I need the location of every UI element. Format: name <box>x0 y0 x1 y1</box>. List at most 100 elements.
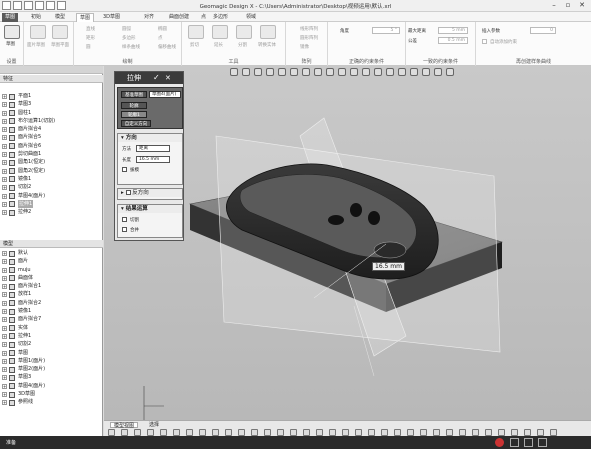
model-item[interactable]: + 面片拟合7 <box>0 315 103 323</box>
auto-constraint-checkbox[interactable] <box>482 39 487 44</box>
axis-icon[interactable] <box>238 429 245 436</box>
expand-icon[interactable]: + <box>2 135 7 141</box>
expand-icon[interactable]: + <box>2 251 7 256</box>
insert-param-input[interactable]: 0 <box>530 27 556 34</box>
contour-value[interactable]: 轮廓1 <box>121 111 147 118</box>
ime-icon[interactable] <box>495 438 504 447</box>
tab-model-view[interactable]: 模型视图 <box>110 422 139 429</box>
model-item[interactable]: + muju <box>0 266 103 274</box>
expand-icon[interactable]: + <box>2 392 7 398</box>
point-icon[interactable] <box>147 429 154 436</box>
feature-item[interactable]: + 面片拟合6 <box>0 142 103 150</box>
feature-item[interactable]: + 面片拟合4 <box>0 125 103 133</box>
tolerance-input[interactable]: 0.5 mm <box>438 37 468 44</box>
zoom-out-icon[interactable] <box>407 429 414 436</box>
expand-icon[interactable]: + <box>2 383 7 389</box>
expand-icon[interactable]: + <box>2 185 7 191</box>
fit-icon[interactable] <box>446 429 453 436</box>
mirror[interactable]: 镜像 <box>300 44 309 50</box>
texture-icon[interactable] <box>316 429 323 436</box>
zoom-icon[interactable] <box>446 68 454 76</box>
feature-item[interactable]: + 镜像1 <box>0 175 103 183</box>
tab-sketch[interactable]: 草图 <box>76 13 95 22</box>
expand-icon[interactable]: + <box>2 201 7 207</box>
expand-icon[interactable]: + <box>2 267 7 273</box>
expand-icon[interactable]: + <box>2 350 7 356</box>
expand-icon[interactable]: + <box>2 375 7 381</box>
expand-icon[interactable]: + <box>2 110 7 116</box>
split-icon[interactable] <box>236 25 252 39</box>
model-item[interactable]: + 草图1(面片) <box>0 357 103 365</box>
top-icon[interactable] <box>485 429 492 436</box>
feature-item[interactable]: + 拉伸1 <box>0 199 103 209</box>
wireframe-icon[interactable] <box>338 68 346 76</box>
linear-pattern[interactable]: 线形阵列 <box>300 26 318 32</box>
model-item[interactable]: + 曲面体 <box>0 274 103 282</box>
model-item[interactable]: + 拉伸1 <box>0 332 103 340</box>
model-item[interactable]: + 草图3 <box>0 373 103 381</box>
draw-spline[interactable]: 样条曲线 <box>122 44 140 50</box>
expand-icon[interactable]: + <box>2 284 7 290</box>
left-icon[interactable] <box>537 429 544 436</box>
settings-icon[interactable] <box>538 438 547 447</box>
draw-rect[interactable]: 矩形 <box>86 35 95 41</box>
pan-icon[interactable] <box>420 429 427 436</box>
method-select[interactable]: 距离 <box>136 145 170 152</box>
angle-input[interactable]: 5 ° <box>372 27 400 34</box>
mesh-sketch-icon[interactable] <box>30 25 46 39</box>
grid-icon[interactable] <box>398 68 406 76</box>
shading-icon[interactable] <box>326 68 334 76</box>
clip-icon[interactable] <box>329 429 336 436</box>
feature-item[interactable]: + 圆角1(恒定) <box>0 158 103 166</box>
minimize-icon[interactable]: – <box>548 1 560 10</box>
expand-icon[interactable]: + <box>2 94 7 99</box>
tab-model[interactable]: 模型 <box>52 13 68 22</box>
back-icon[interactable] <box>511 429 518 436</box>
reverse-checkbox[interactable] <box>125 190 131 195</box>
expand-icon[interactable]: + <box>2 358 7 364</box>
rotate-icon[interactable] <box>433 429 440 436</box>
tab-polygon[interactable]: 多边形 <box>210 13 231 22</box>
dimension-label[interactable]: 16.5 mm <box>372 262 405 271</box>
tab-region[interactable]: 领域 <box>243 13 259 22</box>
feature-item[interactable]: + 圆柱1 <box>0 109 103 117</box>
expand-icon[interactable]: + <box>2 259 7 265</box>
light-icon[interactable] <box>303 429 310 436</box>
model-item[interactable]: + 面片 <box>0 257 103 265</box>
measure-icon[interactable] <box>342 429 349 436</box>
view-front-icon[interactable] <box>278 68 286 76</box>
model-item[interactable]: + 默认 <box>0 249 103 257</box>
expand-icon[interactable]: + <box>2 193 7 199</box>
mic-icon[interactable] <box>510 438 519 447</box>
model-item[interactable]: + 参照线 <box>0 398 103 406</box>
render-mode-icon[interactable] <box>266 68 274 76</box>
hide-icon[interactable] <box>264 429 271 436</box>
draw-circle[interactable]: 圆 <box>86 44 91 50</box>
reverse-header[interactable]: ▸ 反方向 <box>118 189 182 197</box>
curve-icon[interactable] <box>212 429 219 436</box>
tab-selection[interactable]: 选择 <box>146 422 162 428</box>
expand-icon[interactable]: + <box>2 118 7 124</box>
solid-icon[interactable] <box>186 429 193 436</box>
feature-item[interactable]: + 圆角2(恒定) <box>0 167 103 175</box>
feature-item[interactable]: + 面片拟合5 <box>0 133 103 141</box>
select-mode-icon[interactable] <box>230 68 238 76</box>
draw-offset[interactable]: 偏移曲线 <box>158 44 176 50</box>
right-icon[interactable] <box>498 429 505 436</box>
color-icon[interactable] <box>290 429 297 436</box>
shade-icon[interactable] <box>121 429 128 436</box>
help-icon[interactable] <box>550 429 557 436</box>
draw-line[interactable]: 直线 <box>86 26 95 32</box>
edge-icon[interactable] <box>134 429 141 436</box>
camera-icon[interactable] <box>434 68 442 76</box>
expand-icon[interactable]: + <box>2 127 7 133</box>
feature-item[interactable]: + 剪切曲面1 <box>0 150 103 158</box>
custom-direction-button[interactable]: 自定义方向 <box>121 120 151 127</box>
trim-icon[interactable] <box>188 25 204 39</box>
print-icon[interactable] <box>381 429 388 436</box>
feature-item[interactable]: + 切割2 <box>0 183 103 191</box>
expand-icon[interactable]: + <box>2 102 7 108</box>
close-icon[interactable]: ✕ <box>576 1 588 10</box>
expand-icon[interactable]: + <box>2 333 7 339</box>
feature-item[interactable]: + 拉伸2 <box>0 208 103 216</box>
